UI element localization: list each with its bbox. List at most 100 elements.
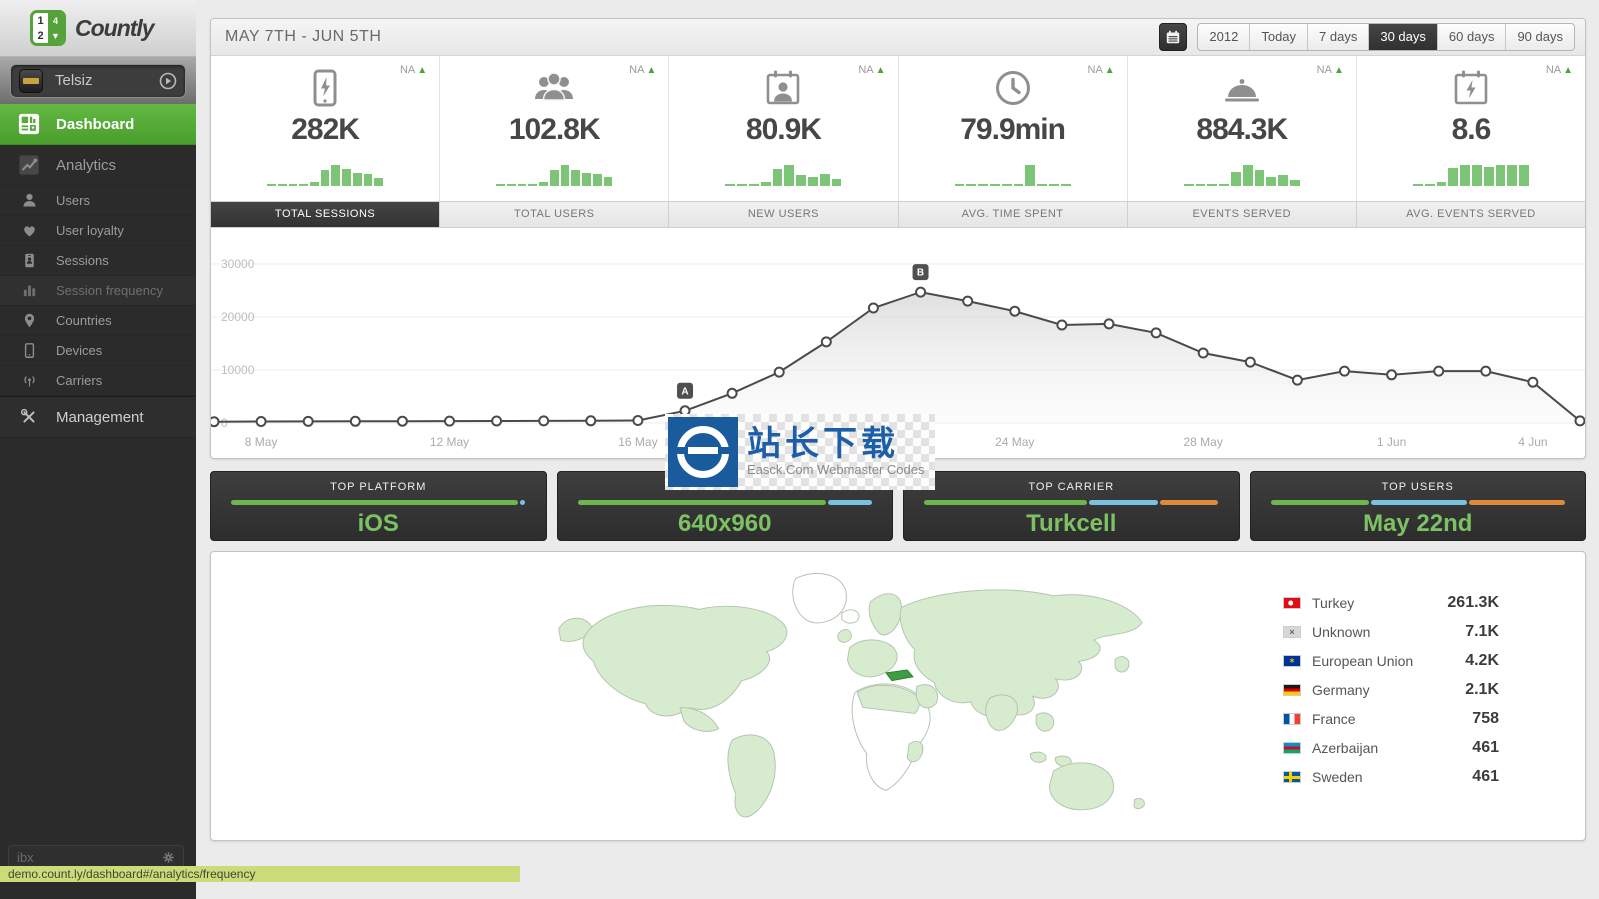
trend-up-icon: ▲	[1334, 65, 1344, 76]
svg-text:10000: 10000	[221, 363, 255, 377]
world-map[interactable]	[553, 565, 1169, 827]
tab-total-sessions[interactable]: TOTAL SESSIONS	[211, 202, 440, 227]
mini-bar	[1207, 184, 1217, 186]
tab-avg-events-served[interactable]: AVG. EVENTS SERVED	[1357, 202, 1585, 227]
mini-bar	[331, 165, 340, 186]
mini-bar	[1219, 184, 1229, 186]
mini-bar	[267, 184, 276, 186]
sidebar-item-devices[interactable]: Devices	[0, 336, 196, 366]
watermark: 站长下载 Easck.Com Webmaster Codes	[665, 414, 935, 490]
sidebar-item-session-frequency[interactable]: Session frequency	[0, 276, 196, 306]
range-button-2012[interactable]: 2012	[1198, 24, 1250, 50]
mini-bar	[528, 184, 537, 186]
tab-events-served[interactable]: EVENTS SERVED	[1128, 202, 1357, 227]
stat-card-new-users[interactable]: NA▲ 80.9K	[669, 56, 898, 201]
range-button-today[interactable]: Today	[1250, 24, 1308, 50]
dashboard-panel: MAY 7TH - JUN 5TH 2012Today7 days30 days…	[210, 18, 1586, 459]
mini-bar	[955, 184, 965, 186]
distribution-bar	[231, 500, 525, 505]
sidebar-item-sessions[interactable]: Sessions	[0, 246, 196, 276]
range-button-60-days[interactable]: 60 days	[1438, 24, 1507, 50]
sidebar-item-management[interactable]: Management	[0, 396, 196, 438]
stat-card-events-served[interactable]: NA▲ 884.3K	[1128, 56, 1357, 201]
sidebar-item-analytics[interactable]: Analytics	[0, 145, 196, 186]
stat-card-avg-events-served[interactable]: NA▲ 8.6	[1357, 56, 1585, 201]
top-platform-card[interactable]: TOP PLATFORM iOS	[210, 471, 547, 541]
app-logo: 142▼ Countly	[0, 0, 196, 57]
sidebar-item-dashboard[interactable]: Dashboard	[0, 104, 196, 145]
sessions-chart[interactable]: 01000020000300008 May12 May16 May20 May2…	[211, 228, 1585, 458]
mini-bar-chart	[267, 158, 383, 186]
sidebar-item-carriers[interactable]: Carriers	[0, 366, 196, 396]
svg-text:16 May: 16 May	[618, 435, 657, 449]
sidebar-item-users[interactable]: Users	[0, 186, 196, 216]
svg-text:24 May: 24 May	[995, 435, 1034, 449]
app-thumbnail-icon	[19, 69, 43, 93]
mini-bar	[1266, 177, 1276, 186]
distribution-segment-green	[231, 500, 518, 505]
top-users-card[interactable]: TOP USERS May 22nd	[1250, 471, 1587, 541]
svg-text:A: A	[681, 386, 688, 397]
mini-bar	[604, 177, 613, 186]
tab-new-users[interactable]: NEW USERS	[669, 202, 898, 227]
country-row-france[interactable]: France758	[1283, 704, 1499, 733]
sidebar-item-label: Carriers	[56, 373, 102, 388]
mini-bar	[496, 184, 505, 186]
svg-text:B: B	[917, 268, 924, 279]
change-badge: NA▲	[1088, 64, 1115, 76]
mini-bar	[1243, 165, 1253, 186]
country-name: Azerbaijan	[1312, 740, 1472, 756]
flag-icon-de	[1283, 684, 1301, 696]
country-name: Sweden	[1312, 769, 1472, 785]
country-row-unknown[interactable]: ×Unknown7.1K	[1283, 617, 1499, 646]
stat-card-total-sessions[interactable]: NA▲ 282K	[211, 56, 440, 201]
link-preview-statusbar: demo.count.ly/dashboard#/analytics/frequ…	[0, 866, 520, 882]
range-button-7-days[interactable]: 7 days	[1308, 24, 1369, 50]
country-row-turkey[interactable]: Turkey261.3K	[1283, 588, 1499, 617]
mini-bar	[310, 182, 319, 186]
flag-icon-se	[1283, 771, 1301, 783]
tab-total-users[interactable]: TOTAL USERS	[440, 202, 669, 227]
distribution-segment-green	[1271, 500, 1370, 505]
trend-up-icon: ▲	[646, 65, 656, 76]
top-carrier-card[interactable]: TOP CARRIER Turkcell	[903, 471, 1240, 541]
stat-card-total-users[interactable]: NA▲ 102.8K	[440, 56, 669, 201]
country-row-germany[interactable]: Germany2.1K	[1283, 675, 1499, 704]
sidebar-item-label: Session frequency	[56, 283, 163, 298]
sidebar-item-countries[interactable]: Countries	[0, 306, 196, 336]
stat-card-avg-time-spent[interactable]: NA▲ 79.9min	[899, 56, 1128, 201]
sidebar-item-user-loyalty[interactable]: User loyalty	[0, 216, 196, 246]
range-button-90-days[interactable]: 90 days	[1506, 24, 1574, 50]
country-row-european-union[interactable]: ∗European Union4.2K	[1283, 646, 1499, 675]
mini-bar	[1484, 167, 1494, 186]
sidebar: 142▼ Countly Telsiz Dashboard Analytics	[0, 0, 196, 899]
change-badge: NA▲	[400, 64, 427, 76]
play-circle-icon[interactable]	[159, 72, 177, 90]
trend-up-icon: ▲	[417, 65, 427, 76]
mini-bar	[1413, 184, 1423, 186]
range-button-30-days[interactable]: 30 days	[1369, 24, 1438, 50]
watermark-title: 站长下载	[747, 426, 935, 462]
country-row-azerbaijan[interactable]: Azerbaijan461	[1283, 733, 1499, 762]
panel-header: MAY 7TH - JUN 5TH 2012Today7 days30 days…	[211, 19, 1585, 56]
flag-icon-tr	[1283, 597, 1301, 609]
flag-icon-un: ×	[1283, 626, 1301, 638]
svg-text:28 May: 28 May	[1183, 435, 1222, 449]
mini-bar-chart	[1184, 158, 1300, 186]
app-selector-dropdown[interactable]: Telsiz	[10, 64, 186, 98]
stat-value: 79.9min	[899, 111, 1127, 149]
distribution-segment-blue	[520, 500, 526, 505]
mini-bar	[507, 184, 516, 186]
card-value: iOS	[211, 510, 546, 538]
mini-bar	[1061, 184, 1071, 186]
gear-icon[interactable]	[162, 851, 175, 864]
calendar-button[interactable]	[1159, 23, 1187, 51]
mini-bar	[550, 170, 559, 186]
mini-bar	[321, 170, 330, 186]
country-row-sweden[interactable]: Sweden461	[1283, 762, 1499, 791]
distribution-bar	[1271, 500, 1565, 505]
mini-bar	[593, 174, 602, 186]
watermark-logo-icon	[668, 417, 738, 487]
mini-bar	[1231, 172, 1241, 186]
tab-avg-time-spent[interactable]: AVG. TIME SPENT	[899, 202, 1128, 227]
